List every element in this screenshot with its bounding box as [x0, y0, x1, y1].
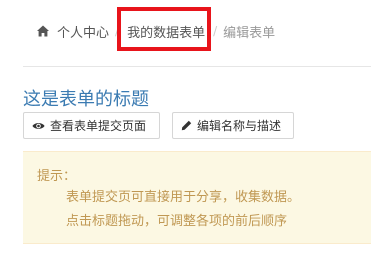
tip-line-drag: 点击标题拖动，可调整各项的前后顺序 [66, 214, 288, 229]
page: 个人中心 / 我的数据表单 / 编辑表单 这是表单的标题 查看表单提交页面 编辑… [0, 0, 371, 253]
breadcrumb-separator: / [213, 24, 218, 38]
tip-box: 提示： 表单提交页可直接用于分享，收集数据。 点击标题拖动，可调整各项的前后顺序 [23, 151, 371, 244]
tip-label: 提示： [37, 169, 77, 184]
breadcrumb: 个人中心 / 我的数据表单 / 编辑表单 [36, 6, 276, 51]
view-submit-page-label: 查看表单提交页面 [50, 119, 147, 133]
breadcrumb-my-forms-label: 我的数据表单 [127, 25, 206, 41]
view-submit-page-button[interactable]: 查看表单提交页面 [23, 112, 160, 139]
breadcrumb-separator: / [115, 24, 120, 38]
edit-name-description-button[interactable]: 编辑名称与描述 [172, 112, 294, 139]
breadcrumb-my-forms-link[interactable]: 我的数据表单 [117, 6, 212, 51]
form-title[interactable]: 这是表单的标题 [23, 85, 149, 111]
eye-icon [32, 122, 45, 129]
breadcrumb-home-link[interactable]: 个人中心 [57, 22, 109, 41]
pencil-icon [181, 120, 192, 131]
tip-line-share: 表单提交页可直接用于分享，收集数据。 [66, 190, 301, 205]
edit-name-description-label: 编辑名称与描述 [197, 119, 282, 133]
home-icon [37, 25, 49, 37]
breadcrumb-current: 编辑表单 [223, 25, 276, 41]
divider [23, 66, 371, 67]
